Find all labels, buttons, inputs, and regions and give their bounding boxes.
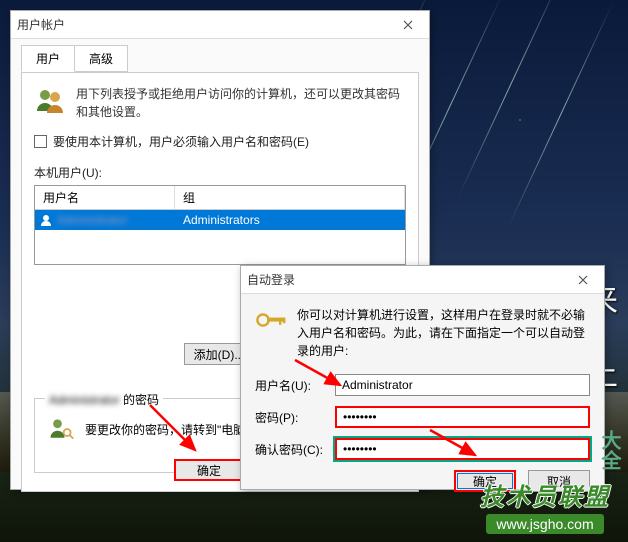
username-input[interactable]	[335, 374, 590, 396]
column-group[interactable]: 组	[175, 186, 405, 209]
tab-users[interactable]: 用户	[21, 45, 75, 72]
tab-strip: 用户 高级	[11, 39, 429, 72]
users-list[interactable]: 用户名 组 Administrator Administrators	[34, 185, 406, 265]
tab-advanced[interactable]: 高级	[74, 45, 128, 72]
row-username: Administrator	[57, 213, 128, 227]
dialog-intro: 你可以对计算机进行设置，这样用户在登录时就不必输入用户名和密码。为此，请在下面指…	[297, 306, 590, 360]
titlebar: 自动登录	[241, 266, 604, 294]
confirm-label: 确认密码(C):	[255, 441, 335, 458]
auto-login-dialog: 自动登录 你可以对计算机进行设置，这样用户在登录时就不必输入用户名和密码。为此，…	[240, 265, 605, 490]
titlebar: 用户帐户	[11, 11, 429, 39]
logo-text: 技术员联盟	[480, 477, 610, 512]
password-input[interactable]	[335, 406, 590, 428]
list-label: 本机用户(U):	[34, 164, 406, 181]
close-button[interactable]	[568, 270, 598, 290]
logo-url: www.jsgho.com	[486, 514, 603, 534]
checkbox-label: 要使用本计算机，用户必须输入用户名和密码(E)	[53, 133, 309, 150]
ok-button[interactable]: 确定	[174, 459, 244, 481]
close-icon	[578, 275, 588, 285]
close-icon	[403, 20, 413, 30]
close-button[interactable]	[393, 15, 423, 35]
password-label: 密码(P):	[255, 409, 335, 426]
require-password-checkbox[interactable]	[34, 135, 47, 148]
row-group: Administrators	[175, 213, 405, 227]
window-title: 用户帐户	[17, 16, 393, 33]
list-row[interactable]: Administrator Administrators	[35, 210, 405, 230]
column-username[interactable]: 用户名	[35, 186, 175, 209]
user-key-icon	[47, 415, 75, 443]
groupbox-label: Administrator 的密码	[45, 391, 163, 408]
watermark-logo: 技术员联盟 www.jsgho.com	[480, 477, 610, 534]
users-icon	[34, 85, 66, 117]
user-row-icon	[39, 213, 53, 227]
intro-text: 用下列表授予或拒绝用户访问你的计算机，还可以更改其密码和其他设置。	[76, 85, 406, 121]
key-icon	[255, 306, 287, 334]
username-label: 用户名(U):	[255, 377, 335, 394]
list-header: 用户名 组	[35, 186, 405, 210]
dialog-title: 自动登录	[247, 271, 568, 288]
confirm-password-input[interactable]	[335, 438, 590, 460]
side-watermark: 大全	[595, 430, 624, 470]
